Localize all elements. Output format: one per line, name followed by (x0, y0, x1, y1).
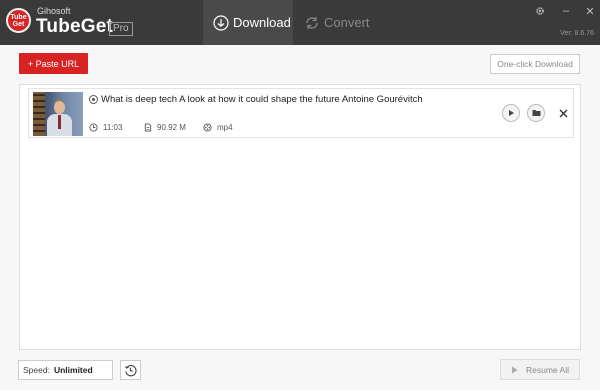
close-icon (559, 109, 567, 117)
remove-item-button[interactable] (556, 104, 570, 122)
file-icon (144, 123, 152, 132)
format-meta: mp4 (203, 123, 233, 132)
version-label: Ver: 8.6.76 (560, 30, 594, 37)
history-button[interactable] (120, 360, 141, 380)
format-value: mp4 (217, 123, 233, 132)
download-circle-icon (213, 14, 229, 31)
tab-convert-label: Convert (324, 15, 370, 30)
video-thumbnail (33, 92, 83, 136)
tab-download[interactable]: Download (203, 0, 293, 45)
video-reel-icon (89, 95, 98, 104)
download-item[interactable]: What is deep tech A look at how it could… (28, 88, 574, 138)
title-bar: Tube Get Gihosoft TubeGet Pro Download C… (0, 0, 600, 45)
download-list: What is deep tech A look at how it could… (19, 84, 581, 350)
duration-meta: 11:03 (89, 123, 122, 132)
resume-all-label: Resume All (526, 364, 569, 375)
minimize-button[interactable]: – (559, 4, 573, 18)
convert-arrows-icon (306, 16, 318, 29)
app-logo: Tube Get (6, 8, 31, 33)
history-clock-icon (124, 364, 137, 376)
brand-title: TubeGet (36, 16, 114, 37)
speed-value: Unlimited (53, 365, 93, 375)
duration-value: 11:03 (103, 123, 123, 132)
clock-icon (89, 123, 98, 132)
play-button[interactable] (502, 104, 520, 122)
edition-badge: Pro (109, 22, 133, 36)
close-window-button[interactable]: ✕ (583, 4, 597, 18)
gear-icon (536, 7, 544, 15)
size-value: 90.92 M (157, 123, 186, 132)
logo-text: Tube Get (10, 13, 27, 28)
play-icon (509, 110, 514, 116)
open-folder-button[interactable] (527, 104, 545, 122)
one-click-download-button[interactable]: One-click Download (490, 54, 580, 74)
speed-select[interactable]: Speed: Unlimited (18, 360, 113, 380)
film-reel-icon (203, 123, 212, 132)
speed-label: Speed: (23, 365, 50, 375)
video-title: What is deep tech A look at how it could… (101, 94, 423, 105)
folder-icon (532, 110, 540, 116)
resume-all-button[interactable]: Resume All (500, 359, 580, 380)
size-meta: 90.92 M (144, 123, 186, 132)
play-icon (512, 366, 518, 373)
brand-company: Gihosoft (37, 6, 71, 16)
settings-button[interactable] (533, 4, 547, 18)
tab-download-label: Download (233, 15, 291, 30)
paste-url-button[interactable]: + Paste URL (19, 53, 88, 74)
tab-convert[interactable]: Convert (302, 0, 382, 45)
